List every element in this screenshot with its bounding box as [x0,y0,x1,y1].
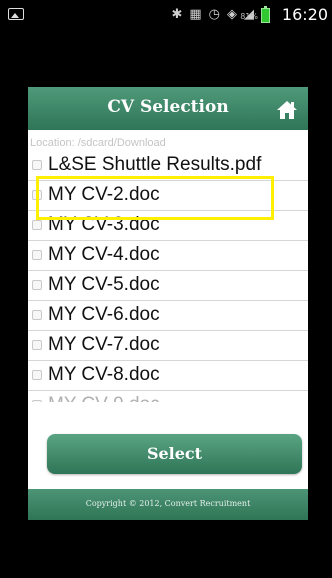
file-name: MY CV-4.doc [48,244,160,265]
file-item[interactable]: MY CV-6.doc [28,301,308,331]
file-name: L&SE Shuttle Results.pdf [48,154,262,175]
file-item[interactable]: L&SE Shuttle Results.pdf [28,151,308,181]
file-name: MY CV-3.doc [48,214,160,235]
file-name: MY CV-5.doc [48,274,160,295]
home-icon [277,101,297,119]
copyright-bar: Copyright © 2012, Convert Recruitment [28,489,308,520]
wifi-icon: ◈ [227,7,237,22]
checkbox-icon[interactable] [32,220,42,230]
nfc-icon: ▦ [189,7,202,22]
copyright-text: Copyright © 2012, Convert Recruitment [85,499,251,508]
cv-selection-app: CV Selection Location: /sdcard/Download … [28,87,308,520]
gallery-notification-icon [8,8,24,20]
file-name: MY CV-7.doc [48,334,160,355]
file-item[interactable]: MY CV-4.doc [28,241,308,271]
file-item[interactable]: MY CV-7.doc [28,331,308,361]
clock: 16:20 [281,5,328,24]
checkbox-icon[interactable] [32,250,42,260]
battery-icon [261,6,270,23]
status-bar: ✱ ▦ ◷ ◈ ◢ 81% 16:20 [0,0,332,30]
battery-percent: 81% [240,12,258,21]
checkbox-icon[interactable] [32,280,42,290]
alarm-icon: ◷ [208,7,220,22]
file-list[interactable]: Location: /sdcard/Download L&SE Shuttle … [28,130,308,402]
checkbox-icon[interactable] [32,370,42,380]
file-name: MY CV-2.doc [48,184,160,205]
checkbox-icon[interactable] [32,160,42,170]
file-item[interactable]: MY CV-8.doc [28,361,308,391]
select-button[interactable]: Select [47,434,302,474]
checkbox-icon[interactable] [32,340,42,350]
bluetooth-icon: ✱ [171,7,183,22]
file-item[interactable]: MY CV-2.doc [28,181,308,211]
file-item[interactable]: MY CV-5.doc [28,271,308,301]
checkbox-icon[interactable] [32,190,42,200]
file-name: MY CV-6.doc [48,304,160,325]
page-title: CV Selection [107,97,229,117]
checkbox-icon[interactable] [32,310,42,320]
home-button[interactable] [276,99,298,121]
file-name: MY CV-9.doc [48,394,160,402]
footer-zone: Select Copyright © 2012, Convert Recruit… [28,402,308,520]
file-name: MY CV-8.doc [48,364,160,385]
location-path: Location: /sdcard/Download [30,137,166,149]
file-item[interactable]: MY CV-3.doc [28,211,308,241]
file-item[interactable]: MY CV-9.doc [28,391,308,402]
header: CV Selection [28,87,308,130]
